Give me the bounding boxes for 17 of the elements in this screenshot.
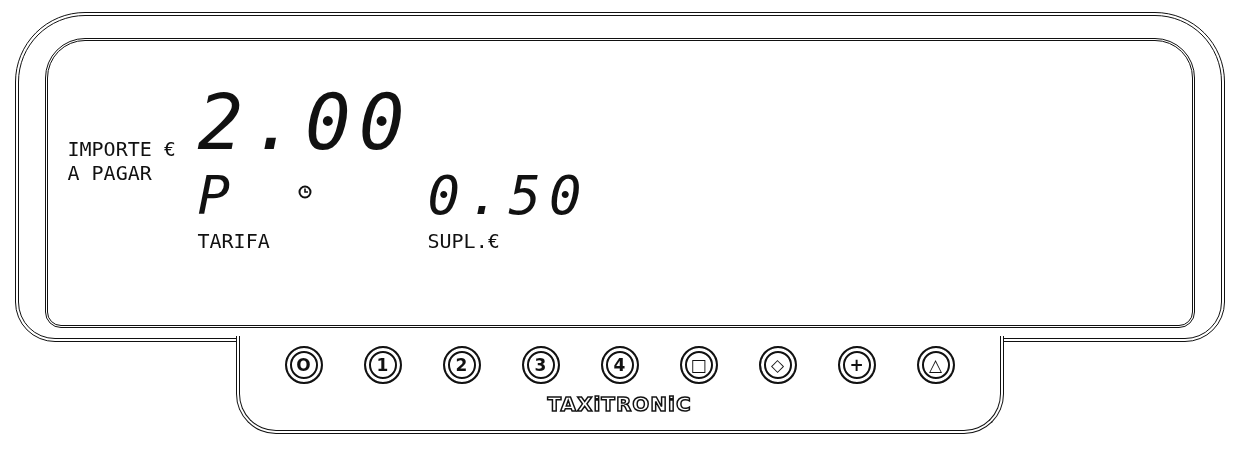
tariff-label: TARIFA (197, 229, 271, 253)
brand-logo: TAXiTRONiC (547, 392, 692, 416)
keypad-button[interactable]: 4 (600, 346, 639, 384)
keypad-button[interactable]: O (284, 346, 323, 384)
keypad-button[interactable]: 2 (442, 346, 481, 384)
supplement-label: SUPL.€ (427, 229, 501, 253)
keypad-button[interactable]: + (837, 346, 876, 384)
tariff-value: P (197, 169, 238, 223)
fare-amount: 2.00 (197, 85, 413, 161)
keypad-button[interactable]: □ (679, 346, 718, 384)
keypad-button[interactable]: 1 (363, 346, 402, 384)
keypad-button[interactable]: △ (916, 346, 955, 384)
keypad-button[interactable]: ◇ (758, 346, 797, 384)
supplement-amount: 0.50 (427, 169, 590, 223)
amount-label: A PAGAR (67, 161, 153, 185)
keypad-button[interactable]: 3 (521, 346, 560, 384)
amount-label: IMPORTE € (67, 137, 177, 161)
